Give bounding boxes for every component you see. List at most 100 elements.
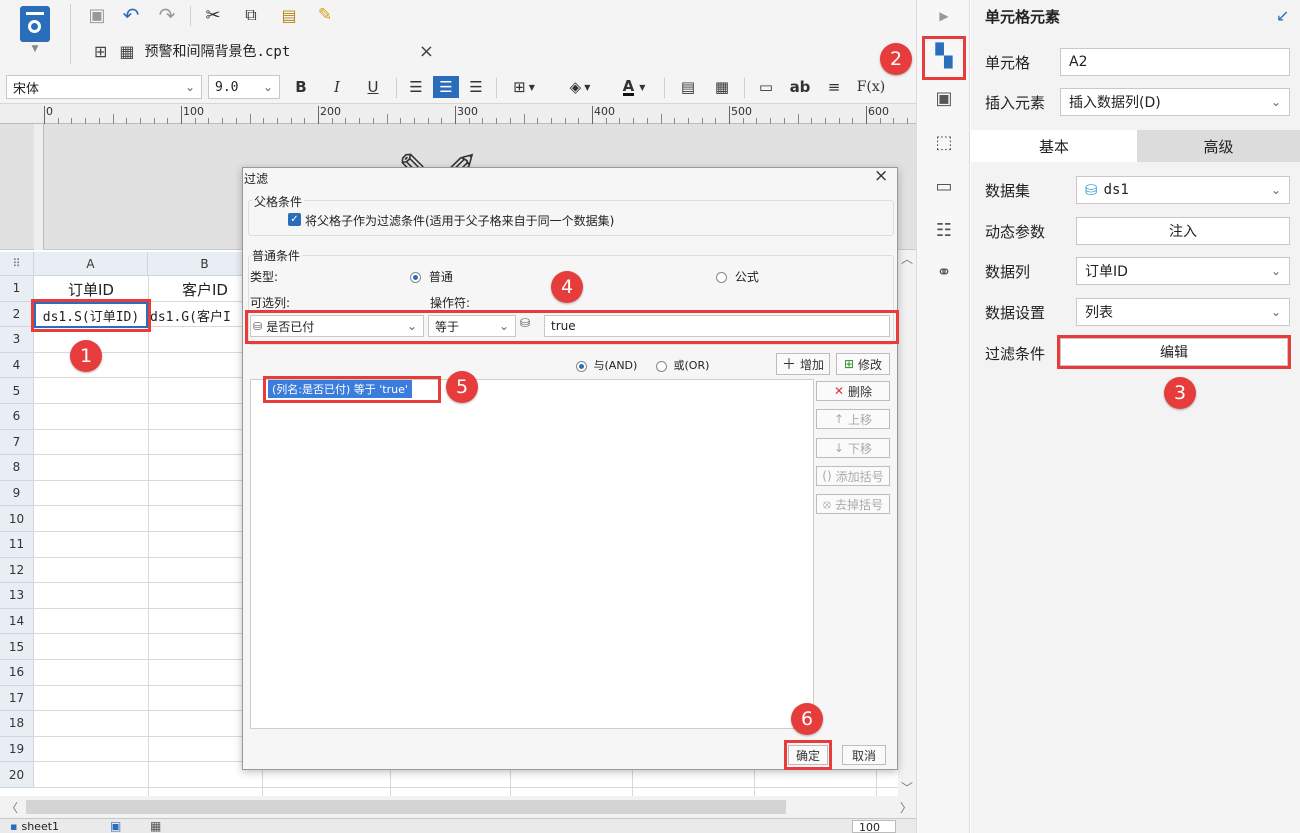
- insert-element-select[interactable]: 插入数据列(D) ⌄: [1060, 88, 1290, 116]
- horizontal-scrollbar[interactable]: 〈 〉: [0, 796, 916, 818]
- row-header[interactable]: 9: [0, 480, 34, 507]
- move-up-button[interactable]: ↑ 上移: [816, 409, 890, 429]
- add-bracket-button[interactable]: () 添加括号: [816, 466, 890, 486]
- font-size-select[interactable]: 9.0 ⌄: [208, 75, 280, 99]
- add-sheet-icon[interactable]: ▣: [110, 819, 121, 833]
- column-header-a[interactable]: A: [34, 252, 148, 276]
- tab-advanced[interactable]: 高级: [1137, 130, 1300, 162]
- highlight-edit-filter: [1057, 335, 1291, 369]
- remove-bracket-button[interactable]: ⦻ 去掉括号: [816, 494, 890, 514]
- paragraph-icon[interactable]: ≡: [822, 76, 846, 98]
- dialog-close-icon[interactable]: ×: [874, 166, 888, 186]
- condition-list[interactable]: [250, 379, 814, 729]
- inject-button[interactable]: 注入: [1076, 217, 1290, 245]
- ruler-tick-mark: [592, 106, 593, 124]
- row-header[interactable]: 18: [0, 711, 34, 737]
- radio-unselected-icon: [656, 360, 667, 372]
- row-header[interactable]: 1: [0, 276, 34, 302]
- save-icon[interactable]: ▣: [84, 2, 110, 28]
- align-left-icon[interactable]: ☰: [404, 76, 428, 98]
- text-ab-button[interactable]: ab: [788, 76, 812, 98]
- grid-corner[interactable]: ⠿: [0, 252, 34, 276]
- hyperlink-icon[interactable]: ⚭: [928, 256, 960, 288]
- formula-button[interactable]: F(x): [856, 76, 886, 98]
- undo-icon[interactable]: ↶: [118, 2, 144, 28]
- row-header[interactable]: 15: [0, 634, 34, 660]
- tab-basic[interactable]: 基本: [971, 130, 1137, 162]
- row-header[interactable]: 19: [0, 736, 34, 763]
- border-icon[interactable]: ⊞ ▼: [504, 76, 544, 98]
- cell-attribute-icon[interactable]: ▣: [928, 82, 960, 114]
- paste-icon[interactable]: ▤: [276, 2, 302, 28]
- delete-condition-button[interactable]: ✕ 删除: [816, 381, 890, 401]
- merge-cells-icon[interactable]: ▤: [676, 76, 700, 98]
- row-header[interactable]: 17: [0, 685, 34, 712]
- scroll-right-icon[interactable]: 〉: [900, 799, 912, 816]
- app-logo-button[interactable]: ▼: [14, 6, 56, 58]
- widget-settings-icon[interactable]: ▭: [928, 170, 960, 202]
- float-element-icon[interactable]: ⬚: [928, 126, 960, 158]
- modify-condition-button[interactable]: ⊞ 修改: [836, 353, 890, 375]
- row-header[interactable]: 14: [0, 608, 34, 635]
- collapse-panel-icon[interactable]: ▶: [928, 0, 960, 32]
- row-header[interactable]: 2: [0, 301, 34, 328]
- data-setting-select[interactable]: 列表 ⌄: [1076, 298, 1290, 326]
- sheet-tab[interactable]: ▪ sheet1: [10, 820, 59, 833]
- fill-color-icon[interactable]: ◈ ▼: [560, 76, 600, 98]
- row-header[interactable]: 6: [0, 404, 34, 430]
- dataset-select[interactable]: ⛁ ds1 ⌄: [1076, 176, 1290, 204]
- row-header[interactable]: 12: [0, 557, 34, 584]
- panel-pin-icon[interactable]: ↙: [1276, 6, 1289, 25]
- file-tab[interactable]: ⊞ ▦ 预警和间隔背景色.cpt ×: [86, 36, 440, 66]
- parent-filter-checkbox[interactable]: ✓: [288, 213, 301, 226]
- column-label: 可选列:: [250, 296, 291, 310]
- copy-icon[interactable]: ⧉: [238, 2, 264, 28]
- row-header[interactable]: 10: [0, 506, 34, 532]
- type-normal-radio[interactable]: 普通: [410, 268, 453, 285]
- zoom-value[interactable]: 100: [852, 820, 896, 833]
- move-down-button[interactable]: ↓ 下移: [816, 438, 890, 458]
- insert-element-label: 插入元素: [985, 94, 1046, 112]
- scroll-up-icon[interactable]: ︿: [898, 250, 916, 267]
- cut-icon[interactable]: ✂: [200, 2, 226, 28]
- data-column-select[interactable]: 订单ID ⌄: [1076, 257, 1290, 285]
- split-cells-icon[interactable]: ▦: [710, 76, 734, 98]
- add-condition-button[interactable]: ＋增加: [776, 353, 830, 375]
- row-header[interactable]: 3: [0, 327, 34, 353]
- row-header[interactable]: 16: [0, 660, 34, 686]
- align-center-icon[interactable]: ☰: [433, 76, 459, 98]
- scroll-thumb[interactable]: [26, 800, 786, 814]
- plus-icon: ＋: [781, 357, 796, 373]
- font-family-select[interactable]: 宋体 ⌄: [6, 75, 202, 99]
- cancel-button[interactable]: 取消: [842, 745, 886, 765]
- italic-button[interactable]: I: [326, 76, 348, 98]
- underline-button[interactable]: U: [362, 76, 384, 98]
- align-right-icon[interactable]: ☰: [464, 76, 488, 98]
- panel-header: 单元格元素: [985, 8, 1061, 26]
- redo-icon[interactable]: ↷: [154, 2, 180, 28]
- format-painter-icon[interactable]: ✎: [312, 2, 338, 28]
- row-header[interactable]: 7: [0, 429, 34, 456]
- font-color-icon[interactable]: A ▼: [612, 76, 656, 98]
- cell-b2[interactable]: ds1.G(客户I: [150, 304, 246, 326]
- step-badge-2: 2: [880, 43, 912, 75]
- row-header[interactable]: 4: [0, 352, 34, 379]
- and-radio[interactable]: 与(AND): [576, 357, 637, 373]
- or-radio[interactable]: 或(OR): [656, 357, 709, 373]
- row-header[interactable]: 11: [0, 532, 34, 558]
- bold-button[interactable]: B: [290, 76, 312, 98]
- row-header[interactable]: 8: [0, 455, 34, 481]
- row-header[interactable]: 5: [0, 378, 34, 404]
- vertical-scrollbar[interactable]: ︿ ﹀: [898, 250, 916, 796]
- row-header[interactable]: 13: [0, 583, 34, 609]
- row-header[interactable]: 20: [0, 762, 34, 788]
- textbox-icon[interactable]: ▭: [754, 76, 778, 98]
- type-formula-radio[interactable]: 公式: [716, 268, 759, 285]
- add-poly-sheet-icon[interactable]: ▦: [150, 819, 161, 833]
- cell-address-input[interactable]: A2: [1060, 48, 1290, 76]
- close-tab-icon[interactable]: ×: [419, 41, 434, 62]
- condition-attribute-icon[interactable]: ☷: [928, 214, 960, 246]
- vertical-ruler: [34, 124, 44, 250]
- scroll-left-icon[interactable]: 〈: [6, 799, 18, 816]
- scroll-down-icon[interactable]: ﹀: [898, 779, 916, 796]
